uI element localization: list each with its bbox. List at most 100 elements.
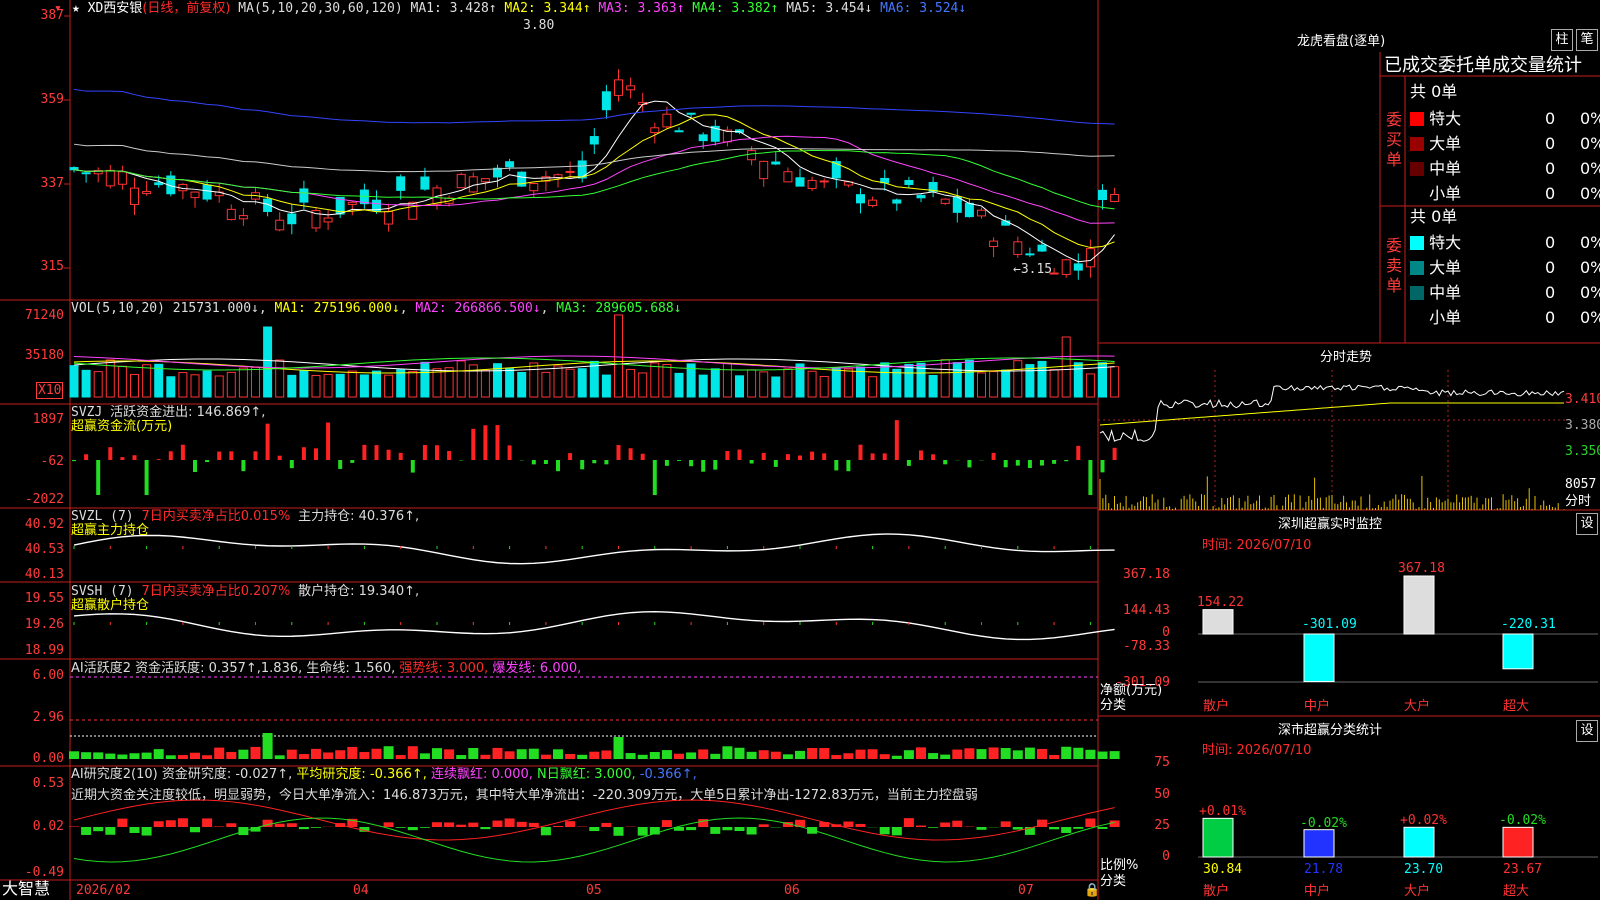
activity-bar [153, 749, 164, 759]
volume-bar [480, 370, 490, 398]
volume-bar [505, 368, 515, 398]
volume-bar [1001, 369, 1011, 398]
ai2-header: AI研究度2(10) 资金研究度: -0.027↑, 平均研究度: -0.366… [71, 767, 697, 782]
fund-flow-bar [822, 453, 827, 460]
research-bar [504, 818, 515, 827]
fund-flow-bar [422, 444, 427, 460]
order-row: 中单 0 0% [1410, 284, 1600, 302]
price-header: ★ XD西安银(日线，前复权) MA(5,10,20,30,60,120) MA… [72, 1, 966, 16]
vol-ma2: MA2: 266866.500↓ [415, 301, 541, 316]
activity-bar [807, 747, 818, 759]
ratio-bar [1303, 829, 1335, 858]
lock-icon[interactable]: 🔒 [1084, 883, 1100, 898]
order-count: 0 [1545, 233, 1556, 252]
activity-bar [335, 750, 346, 759]
activity-bar [746, 751, 757, 759]
research-bar [407, 827, 418, 831]
vol-unit-badge[interactable]: X10 [36, 382, 64, 399]
svzj-value: 活跃资金进出: 146.869↑, [110, 405, 266, 420]
intraday-vol-unit: 分时 [1565, 494, 1592, 509]
activity-bar [940, 754, 951, 759]
brand-logo[interactable]: 大智慧 [2, 880, 50, 898]
volume-bar [275, 359, 285, 398]
sz-stats-unit: 比例% [1100, 858, 1139, 873]
research-bar [286, 823, 297, 827]
bar-view-button[interactable]: 柱 [1551, 29, 1573, 51]
category-label: 散户 [1203, 699, 1230, 714]
tick-view-button[interactable]: 笔 [1576, 29, 1598, 51]
volume-bar [384, 374, 394, 398]
activity-bar [988, 747, 999, 759]
fund-flow-bar [96, 460, 101, 495]
activity-bar [238, 749, 249, 759]
retail-hold-line [73, 611, 1115, 641]
candle-body [674, 130, 684, 133]
volume-bar [166, 376, 176, 398]
activity-bar [1109, 751, 1120, 759]
sz-stats-settings-button[interactable]: 设 [1576, 720, 1598, 742]
research-bar [722, 827, 733, 831]
ai1-strong: 强势线: 3.000, [399, 661, 489, 676]
svsh-header: SVSH (7) 7日内买卖净占比0.207% 散户持仓: 19.340↑, [71, 584, 419, 599]
activity-bar [879, 754, 890, 759]
volume-bar [347, 370, 357, 398]
candle-body [130, 187, 139, 206]
volume-bar [190, 374, 200, 398]
price-tick: 387 [40, 8, 64, 23]
order-type: 大单 [1429, 258, 1462, 277]
volume-bar [989, 371, 999, 398]
candle-body [69, 167, 79, 171]
net-amount-bar [1202, 609, 1234, 635]
fund-flow-bar [556, 460, 560, 472]
research-bar [553, 825, 563, 827]
vol-tick: 35180 [24, 348, 64, 363]
fund-flow-bar [168, 451, 173, 460]
activity-bar [625, 753, 636, 759]
ma-label: MA(5,10,20,30,60,120) [238, 1, 403, 16]
volume-bar [1073, 362, 1083, 398]
activity-bar [419, 753, 430, 759]
volume-bar [759, 371, 769, 398]
volume-bar [565, 368, 575, 398]
candle-body [771, 161, 781, 165]
x-tick: 07 [1018, 883, 1034, 898]
volume-bar [783, 368, 793, 398]
research-bar [928, 827, 939, 828]
research-bar [81, 827, 92, 835]
activity-bar [1012, 750, 1023, 759]
sz-monitor-settings-button[interactable]: 设 [1576, 513, 1598, 535]
activity-bar [565, 753, 576, 759]
candle-body [190, 191, 200, 199]
ai1-tick: 6.00 [32, 668, 64, 683]
fund-flow-bar [1088, 460, 1093, 495]
activity-bar [323, 752, 334, 759]
svzl-hold: 主力持仓: 40.376↑, [298, 509, 420, 524]
fund-flow-bar [495, 425, 500, 460]
research-bar [916, 825, 926, 827]
order-pct: 0% [1580, 134, 1600, 153]
activity-bar [177, 755, 188, 759]
volume-bar [1085, 373, 1095, 398]
fund-flow-bar [72, 460, 76, 462]
activity-bar [274, 755, 285, 759]
sell-orders-label: 委卖单 [1386, 236, 1403, 295]
activity-bar [649, 752, 660, 759]
fund-flow-bar [846, 460, 851, 472]
svzj-tick: -62 [40, 454, 64, 469]
order-pct: 0% [1580, 283, 1600, 302]
activity-bar [722, 746, 733, 759]
chart-canvas[interactable] [0, 0, 1600, 900]
svsh-sub: 超赢散户持仓 [71, 598, 150, 613]
activity-bar [1085, 749, 1096, 759]
fund-flow-bar [906, 460, 911, 466]
svsh-hold: 散户持仓: 19.340↑, [298, 584, 420, 599]
research-bar [855, 823, 866, 827]
candle-body [1073, 263, 1083, 271]
ma-line [73, 100, 1115, 263]
favorite-star-icon[interactable]: ★ [72, 1, 80, 16]
fund-flow-bar [84, 454, 89, 460]
candle-body [347, 201, 357, 205]
ratio-bar [1202, 817, 1234, 858]
fund-flow-bar [640, 453, 645, 460]
volume-bar [456, 360, 466, 398]
